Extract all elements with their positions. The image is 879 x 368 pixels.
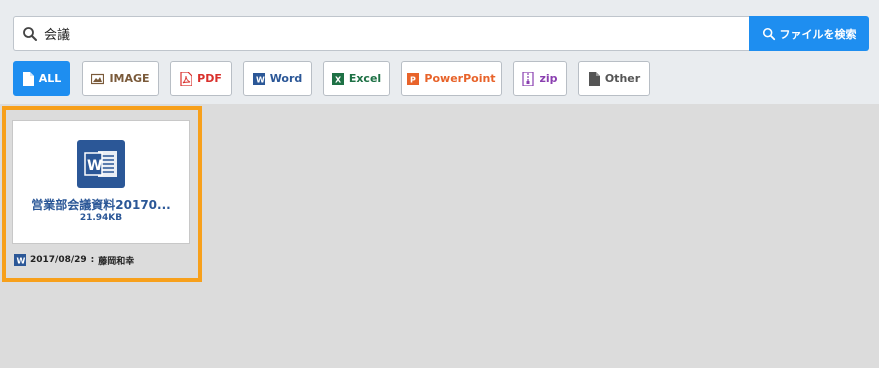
filter-label: Other bbox=[604, 72, 641, 85]
filter-word-button[interactable]: W Word bbox=[243, 61, 312, 96]
filter-image-button[interactable]: IMAGE bbox=[82, 61, 159, 96]
file-meta: W 2017/08/29 : 藤岡和幸 bbox=[14, 253, 134, 267]
file-date: 2017/08/29 bbox=[30, 255, 87, 265]
svg-text:X: X bbox=[335, 75, 342, 84]
word-icon: W bbox=[14, 254, 26, 266]
search-button-label: ファイルを検索 bbox=[779, 27, 857, 41]
filter-label: PDF bbox=[197, 72, 222, 85]
file-card[interactable]: W 営業部会議資料20170... 21.94KB bbox=[12, 120, 190, 244]
filter-label: Word bbox=[269, 72, 303, 85]
filter-all-button[interactable]: ALL bbox=[13, 61, 70, 96]
filter-powerpoint-button[interactable]: P PowerPoint bbox=[401, 61, 502, 96]
word-icon: W bbox=[77, 140, 125, 188]
filter-label: ALL bbox=[38, 72, 62, 85]
filter-pdf-button[interactable]: PDF bbox=[170, 61, 232, 96]
file-size: 21.94KB bbox=[79, 213, 123, 223]
excel-icon: X bbox=[331, 72, 344, 85]
pdf-icon bbox=[180, 71, 193, 86]
filter-other-button[interactable]: Other bbox=[578, 61, 650, 96]
svg-text:P: P bbox=[410, 75, 416, 84]
filter-label: zip bbox=[539, 72, 558, 85]
search-icon bbox=[23, 27, 37, 41]
file-icon bbox=[22, 71, 34, 86]
search-box bbox=[13, 16, 749, 51]
filter-label: IMAGE bbox=[109, 72, 150, 85]
search-button[interactable]: ファイルを検索 bbox=[749, 16, 869, 51]
svg-text:W: W bbox=[87, 158, 102, 174]
filter-label: Excel bbox=[348, 72, 382, 85]
search-icon bbox=[762, 27, 775, 40]
file-name: 営業部会議資料20170... bbox=[31, 198, 171, 212]
toolbar: ファイルを検索 ALL IMAGE PDF bbox=[0, 0, 879, 104]
zip-icon bbox=[522, 71, 535, 86]
svg-text:W: W bbox=[17, 257, 26, 266]
svg-text:W: W bbox=[256, 75, 265, 84]
file-owner: 藤岡和幸 bbox=[98, 256, 135, 267]
search-input[interactable] bbox=[44, 17, 734, 50]
meta-separator: : bbox=[90, 255, 95, 265]
powerpoint-icon: P bbox=[407, 72, 420, 85]
file-icon bbox=[588, 71, 600, 86]
filter-excel-button[interactable]: X Excel bbox=[323, 61, 390, 96]
word-icon: W bbox=[252, 72, 265, 85]
image-icon bbox=[91, 73, 105, 84]
file-grid: W 営業部会議資料20170... 21.94KB W 2017/08/29 :… bbox=[0, 104, 879, 368]
filter-label: PowerPoint bbox=[424, 72, 496, 85]
filter-zip-button[interactable]: zip bbox=[513, 61, 567, 96]
